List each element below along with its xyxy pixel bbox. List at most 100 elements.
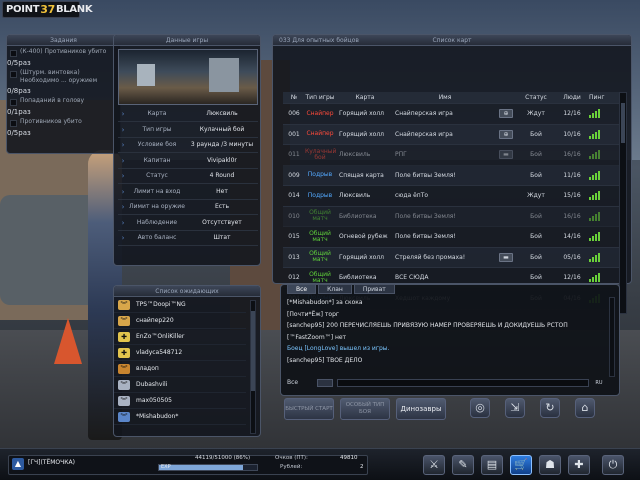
ping-icon [589, 170, 609, 180]
exp-fill [159, 465, 244, 470]
room-status: Бой [530, 151, 542, 159]
table-row[interactable]: 015 Общий матч Огневой рубеж Поле битвы Зем… [283, 227, 619, 248]
ping-bar [589, 238, 591, 242]
room-name: Снайперская игра [395, 110, 453, 118]
ping-icon [589, 273, 609, 283]
player-nick: владоп [136, 365, 159, 372]
room-people: 16/16 [563, 151, 581, 159]
room-map: Горящий холл [339, 130, 384, 138]
scroll-thumb[interactable] [621, 103, 625, 143]
table-row[interactable]: 011 Кулачный бой Люксвиль РПГ ▬ Бой 16/16 [283, 145, 619, 166]
clan-icon[interactable]: ✎ [452, 455, 474, 475]
globe-icon[interactable]: ◎ [470, 398, 490, 418]
ping-bar [598, 129, 600, 139]
cart-icon[interactable]: 🛒 [510, 455, 532, 475]
room-number: 009 [288, 171, 300, 179]
col-num[interactable]: № [283, 94, 305, 101]
chat-message: [sanchep95] ТВОЕ ДЕЛО [287, 356, 363, 364]
game-data-label: Лимит на вход [133, 187, 181, 195]
scroll-thumb[interactable] [251, 311, 255, 391]
game-data-row: › Наблюдение Отсутствует [118, 216, 258, 231]
room-scrollbar[interactable] [619, 92, 627, 314]
tab-clan[interactable]: Клан [318, 284, 352, 294]
ping-icon [589, 232, 609, 242]
table-row[interactable]: 014 Подрыв Люксвиль сюда ёпТо Ждут 15/16 [283, 186, 619, 207]
mission-text: (Штурм. винтовка) Необходимо ... оружием [20, 69, 98, 84]
list-item[interactable]: ︾ снайпер220 [114, 313, 246, 329]
mission-checkbox[interactable] [10, 71, 17, 78]
home-icon[interactable]: ⌂ [575, 398, 595, 418]
col-mode[interactable]: Тип игры [305, 94, 335, 101]
room-weapon-icon: ⊕ [499, 129, 513, 139]
game-data-row: › Карта Люксвиль [118, 107, 258, 122]
table-row[interactable]: 013 Общий матч Горящий холл Стреляй без про… [283, 247, 619, 268]
mission-item: Попаданий в голову 0/1раз [7, 95, 120, 116]
ping-icon [589, 211, 609, 221]
list-item[interactable]: ︾ владоп [114, 361, 246, 377]
tab-all[interactable]: Все [287, 284, 317, 294]
room-name: Стреляй без промаха! [395, 253, 466, 261]
inventory-icon[interactable]: ⚔ [423, 455, 445, 475]
room-mode: Подрыв [307, 171, 333, 179]
ping-bar [595, 275, 597, 283]
list-item[interactable]: ︾ *Mishabudon* [114, 409, 246, 425]
chat-message: [*Mishabudon*] за скока [287, 299, 363, 306]
room-status: Бой [530, 253, 542, 261]
room-name: РПГ [395, 151, 407, 159]
channel-dropdown[interactable] [317, 378, 333, 387]
mission-item: (Штурм. винтовка) Необходимо ... оружием… [7, 67, 120, 95]
mission-progress: 0/5раз [7, 129, 31, 137]
player-nick: vladyca548712 [136, 349, 183, 356]
chat-tabs: Все Клан Приват [287, 284, 395, 294]
table-row[interactable]: 010 Общий матч Библиотека Поле битвы Земля!… [283, 206, 619, 227]
list-item[interactable]: ✚ EnZo™OnliKiller [114, 329, 246, 345]
room-map: Люксвиль [339, 151, 371, 159]
refresh-icon[interactable]: ↻ [540, 398, 560, 418]
col-people[interactable]: Люди [555, 94, 589, 101]
power-icon[interactable]: ⏻ [602, 455, 624, 475]
chat-input[interactable] [337, 378, 589, 387]
room-number: 001 [288, 130, 300, 138]
list-item[interactable]: ︾ max050505 [114, 393, 246, 409]
table-row[interactable]: 006 Снайпер Горящий холл Снайперская игра ⊕ Ж… [283, 104, 619, 125]
col-ping[interactable]: Пинг [589, 94, 609, 101]
room-mode: Общий матч [309, 270, 331, 284]
special-mode-button[interactable]: ОСОБЫЙ ТИП БОЯ [340, 398, 390, 420]
settings-icon[interactable]: ✚ [568, 455, 590, 475]
room-number: 015 [288, 233, 300, 241]
ping-icon [589, 150, 609, 160]
chevron-icon: ︾ [118, 299, 130, 310]
ping-bar [598, 273, 600, 283]
shop-icon[interactable]: ▤ [481, 455, 503, 475]
list-item[interactable]: ︾ TPS™Doopi™NG [114, 297, 246, 313]
col-map[interactable]: Карта [335, 94, 391, 101]
table-row[interactable]: 009 Подрыв Спящая карта Поле битвы Земля! Бо… [283, 165, 619, 186]
room-people: 15/16 [563, 192, 581, 200]
users-icon[interactable]: ☗ [539, 455, 561, 475]
list-item[interactable]: ︾ Dubashvili [114, 377, 246, 393]
col-status[interactable]: Статус [517, 94, 555, 101]
chat-messages: [*Mishabudon*] за скока [Почти*Ёж] торг [s… [287, 297, 605, 377]
chat-scrollbar[interactable] [609, 297, 615, 377]
map-window [209, 58, 239, 92]
exit-icon[interactable]: ⇲ [505, 398, 525, 418]
quick-start-button[interactable]: БЫСТРЫЙ СТАРТ [284, 398, 334, 420]
ping-bar [595, 193, 597, 201]
player-nick: Dubashvili [136, 381, 168, 388]
tab-private[interactable]: Приват [353, 284, 395, 294]
room-weapon-icon: ▬ [499, 150, 513, 160]
table-row[interactable]: 001 Снайпер Горящий холл Снайперская игра ⊕ Б… [283, 124, 619, 145]
room-map: Библиотека [339, 274, 377, 282]
room-status: Ждут [527, 110, 545, 118]
room-number: 014 [288, 192, 300, 200]
waiting-scrollbar[interactable] [250, 300, 256, 434]
room-mode: Общий матч [309, 229, 331, 243]
arrow-icon: › [121, 110, 125, 118]
mission-checkbox[interactable] [10, 120, 17, 127]
col-name[interactable]: Имя [391, 94, 495, 101]
list-item[interactable]: ✚ vladyca548712 [114, 345, 246, 361]
dinosaurs-button[interactable]: Динозавры [396, 398, 446, 420]
mission-checkbox[interactable] [10, 99, 17, 106]
mission-checkbox[interactable] [10, 50, 17, 57]
game-data-row: › Капитан Vivipakl0r [118, 154, 258, 169]
